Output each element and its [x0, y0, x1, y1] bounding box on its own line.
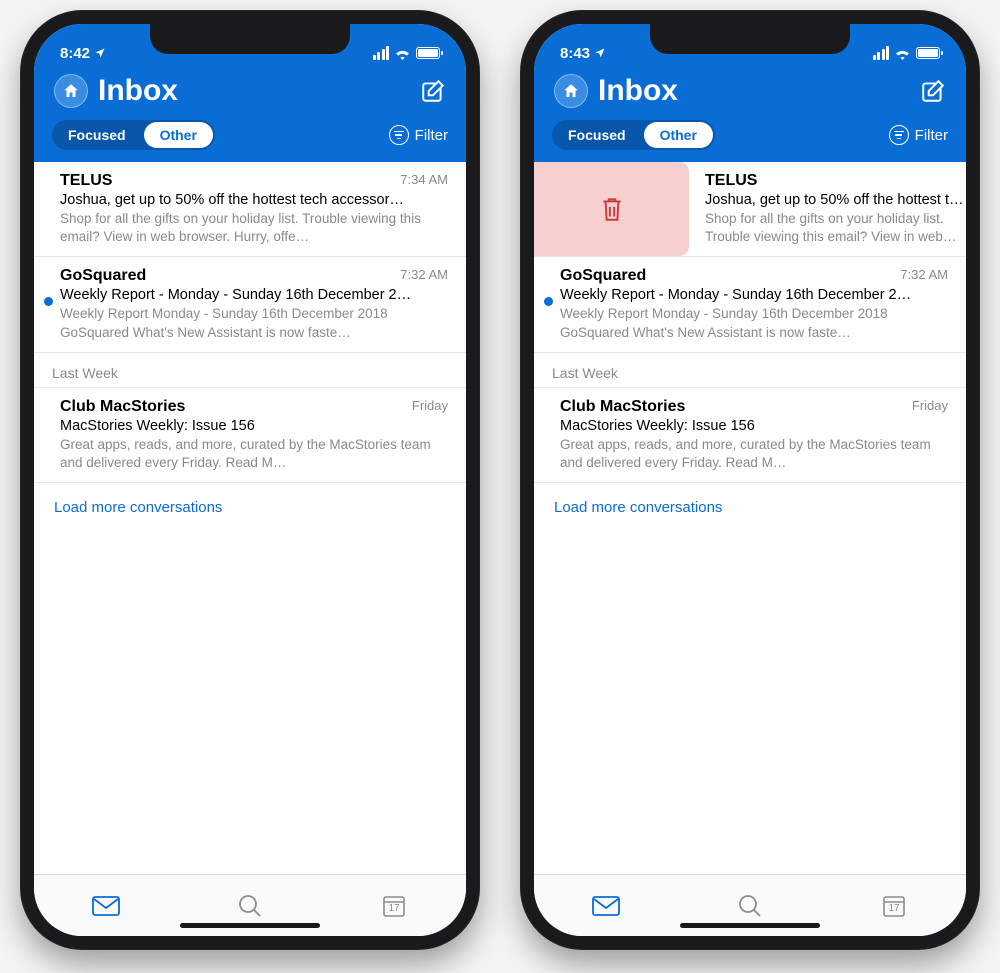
section-header: Last Week [534, 353, 966, 388]
search-icon [238, 894, 262, 918]
email-time: Friday [912, 398, 948, 416]
page-title: Inbox [98, 74, 178, 108]
battery-icon [416, 47, 440, 59]
email-row[interactable]: GoSquared 7:32 AM Weekly Report - Monday… [534, 257, 966, 352]
email-time: 7:32 AM [900, 267, 948, 285]
email-preview: Weekly Report Monday - Sunday 16th Decem… [560, 305, 948, 341]
email-time: Friday [412, 398, 448, 416]
battery-icon [916, 47, 940, 59]
email-sender: Club MacStories [560, 398, 685, 416]
email-row[interactable]: TELUS 7:34 AM Joshua, get up to 50% off … [34, 162, 466, 257]
filter-label: Filter [415, 127, 448, 144]
filter-icon [889, 125, 909, 145]
email-sender: Club MacStories [60, 398, 185, 416]
tab-mail[interactable] [534, 875, 678, 936]
home-indicator[interactable] [180, 923, 320, 928]
segment-other[interactable]: Other [144, 122, 213, 148]
segment-focused[interactable]: Focused [52, 120, 142, 150]
inbox-segment[interactable]: Focused Other [52, 120, 215, 150]
status-time: 8:42 [60, 45, 90, 62]
load-more-button[interactable]: Load more conversations [34, 483, 466, 532]
swipe-delete-action[interactable] [534, 162, 689, 256]
email-row[interactable]: Club MacStories Friday MacStories Weekly… [534, 388, 966, 483]
section-header: Last Week [34, 353, 466, 388]
load-more-button[interactable]: Load more conversations [534, 483, 966, 532]
mail-icon [592, 896, 620, 916]
email-time: 7:32 AM [400, 267, 448, 285]
email-sender: TELUS [705, 172, 757, 190]
email-subject: Joshua, get up to 50% off the hottest te… [705, 192, 966, 208]
screen: 8:42 Inbox Focused Other [34, 24, 466, 936]
location-arrow-icon [594, 47, 606, 59]
filter-button[interactable]: Filter [889, 125, 948, 145]
notch [150, 24, 350, 54]
cellular-signal-icon [373, 46, 390, 60]
email-preview: Shop for all the gifts on your holiday l… [705, 210, 966, 246]
compose-button[interactable] [920, 78, 946, 104]
email-list[interactable]: TELUS 7:34 AM Joshua, get up to 50% off … [34, 162, 466, 874]
search-icon [738, 894, 762, 918]
account-avatar[interactable] [54, 74, 88, 108]
filter-label: Filter [915, 127, 948, 144]
email-subject: Weekly Report - Monday - Sunday 16th Dec… [60, 287, 448, 303]
inbox-segment[interactable]: Focused Other [552, 120, 715, 150]
email-sender: GoSquared [560, 267, 646, 285]
notch [650, 24, 850, 54]
calendar-day: 17 [888, 903, 899, 914]
tab-calendar[interactable]: 17 [822, 875, 966, 936]
tab-mail[interactable] [34, 875, 178, 936]
email-time: 7:34 AM [400, 172, 448, 190]
mail-icon [92, 896, 120, 916]
email-sender: TELUS [60, 172, 112, 190]
email-list[interactable]: TELUS Joshua, get up to 50% off the hott… [534, 162, 966, 874]
email-preview: Weekly Report Monday - Sunday 16th Decem… [60, 305, 448, 341]
cellular-signal-icon [873, 46, 890, 60]
home-icon [562, 82, 580, 100]
email-row[interactable]: GoSquared 7:32 AM Weekly Report - Monday… [34, 257, 466, 352]
email-subject: Weekly Report - Monday - Sunday 16th Dec… [560, 287, 948, 303]
wifi-icon [394, 47, 411, 60]
tab-calendar[interactable]: 17 [322, 875, 466, 936]
email-preview: Shop for all the gifts on your holiday l… [60, 210, 448, 246]
phone-right: 8:43 Inbox Focused Other [520, 10, 980, 950]
email-subject: MacStories Weekly: Issue 156 [560, 418, 948, 434]
segment-focused[interactable]: Focused [552, 120, 642, 150]
email-preview: Great apps, reads, and more, curated by … [60, 436, 448, 472]
page-title: Inbox [598, 74, 678, 108]
filter-button[interactable]: Filter [389, 125, 448, 145]
status-time: 8:43 [560, 45, 590, 62]
calendar-day: 17 [388, 903, 399, 914]
account-avatar[interactable] [554, 74, 588, 108]
email-subject: Joshua, get up to 50% off the hottest te… [60, 192, 448, 208]
email-subject: MacStories Weekly: Issue 156 [60, 418, 448, 434]
compose-button[interactable] [420, 78, 446, 104]
location-arrow-icon [94, 47, 106, 59]
trash-icon [599, 195, 625, 223]
email-row[interactable]: Club MacStories Friday MacStories Weekly… [34, 388, 466, 483]
filter-icon [389, 125, 409, 145]
home-icon [62, 82, 80, 100]
email-preview: Great apps, reads, and more, curated by … [560, 436, 948, 472]
home-indicator[interactable] [680, 923, 820, 928]
wifi-icon [894, 47, 911, 60]
phone-left: 8:42 Inbox Focused Other [20, 10, 480, 950]
email-row-swiped[interactable]: TELUS Joshua, get up to 50% off the hott… [534, 162, 966, 257]
screen: 8:43 Inbox Focused Other [534, 24, 966, 936]
segment-other[interactable]: Other [644, 122, 713, 148]
email-sender: GoSquared [60, 267, 146, 285]
